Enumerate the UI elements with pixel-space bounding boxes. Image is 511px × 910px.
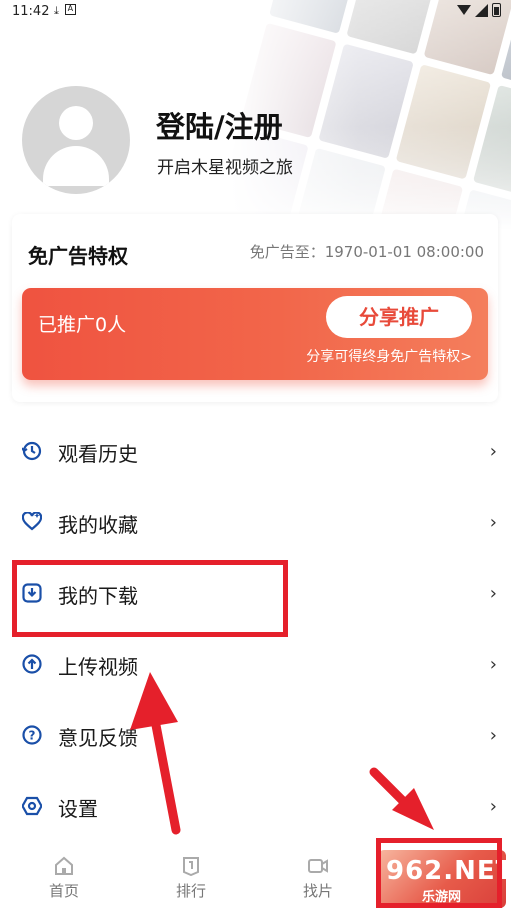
upload-icon bbox=[22, 654, 42, 674]
highlight-box-profile-tab bbox=[376, 838, 502, 908]
chevron-right-icon: › bbox=[489, 583, 497, 604]
chevron-right-icon: › bbox=[489, 654, 497, 675]
menu-item-feedback[interactable]: ? 意见反馈 › bbox=[0, 701, 511, 771]
share-promote-button[interactable]: 分享推广 bbox=[326, 296, 472, 338]
ad-free-card: 免广告特权 免广告至：1970-01-01 08:00:00 已推广0人 分享推… bbox=[12, 214, 498, 402]
my-page: 11:42 ⤓ A 登陆/注册 开启木星视频之旅 免广告特权 免广告至：1970… bbox=[0, 0, 511, 910]
ad-free-title: 免广告特权 bbox=[28, 244, 128, 268]
status-left-icons: ⤓ A bbox=[54, 4, 76, 18]
signal-icon bbox=[475, 3, 488, 17]
status-time: 11:42 bbox=[12, 4, 50, 19]
status-bar: 11:42 ⤓ A bbox=[0, 0, 511, 24]
menu-item-favorites[interactable]: 我的收藏 › bbox=[0, 488, 511, 558]
svg-text:?: ? bbox=[29, 729, 36, 743]
nav-label: 找片 bbox=[302, 882, 333, 900]
heart-icon bbox=[22, 512, 42, 531]
nav-ranking[interactable]: 排行 bbox=[141, 848, 241, 910]
menu-item-upload-video[interactable]: 上传视频 › bbox=[0, 630, 511, 700]
video-icon bbox=[308, 859, 328, 873]
ad-free-expiry: 免广告至：1970-01-01 08:00:00 bbox=[249, 243, 484, 261]
feedback-icon: ? bbox=[22, 725, 42, 745]
status-right-icons bbox=[457, 3, 501, 17]
menu-item-settings[interactable]: 设置 › bbox=[0, 772, 511, 842]
settings-icon bbox=[22, 796, 42, 816]
history-icon bbox=[22, 441, 42, 461]
nav-label: 首页 bbox=[48, 882, 79, 900]
home-icon bbox=[55, 856, 73, 875]
highlight-box-downloads bbox=[12, 560, 288, 637]
profile-subtitle: 开启木星视频之旅 bbox=[157, 158, 293, 178]
battery-icon bbox=[492, 3, 501, 17]
chevron-right-icon: › bbox=[489, 725, 497, 746]
login-register-link[interactable]: 登陆/注册 bbox=[156, 104, 283, 146]
menu-item-watch-history[interactable]: 观看历史 › bbox=[0, 417, 511, 487]
nav-home[interactable]: 首页 bbox=[14, 848, 114, 910]
menu-label: 设置 bbox=[58, 797, 98, 821]
a-icon: A bbox=[64, 4, 76, 15]
download-icon: ⤓ bbox=[54, 4, 59, 17]
avatar-head-shape bbox=[59, 106, 93, 140]
avatar-body-shape bbox=[43, 146, 109, 186]
avatar[interactable] bbox=[22, 86, 130, 194]
menu-label: 我的收藏 bbox=[58, 513, 138, 537]
chevron-right-icon: › bbox=[489, 512, 497, 533]
chevron-right-icon: › bbox=[489, 796, 497, 817]
menu-label: 意见反馈 bbox=[58, 726, 138, 750]
share-tip-link[interactable]: 分享可得终身免广告特权> bbox=[306, 346, 472, 366]
wifi-icon bbox=[457, 5, 471, 15]
ranking-icon bbox=[183, 857, 199, 876]
nav-label: 排行 bbox=[175, 882, 206, 900]
chevron-right-icon: › bbox=[489, 441, 497, 462]
menu-label: 上传视频 bbox=[58, 655, 138, 679]
promoted-count: 已推广0人 bbox=[38, 314, 127, 336]
promo-banner[interactable]: 已推广0人 分享推广 分享可得终身免广告特权> bbox=[22, 288, 488, 380]
menu-label: 观看历史 bbox=[58, 442, 138, 466]
nav-find-video[interactable]: 找片 bbox=[268, 848, 368, 910]
